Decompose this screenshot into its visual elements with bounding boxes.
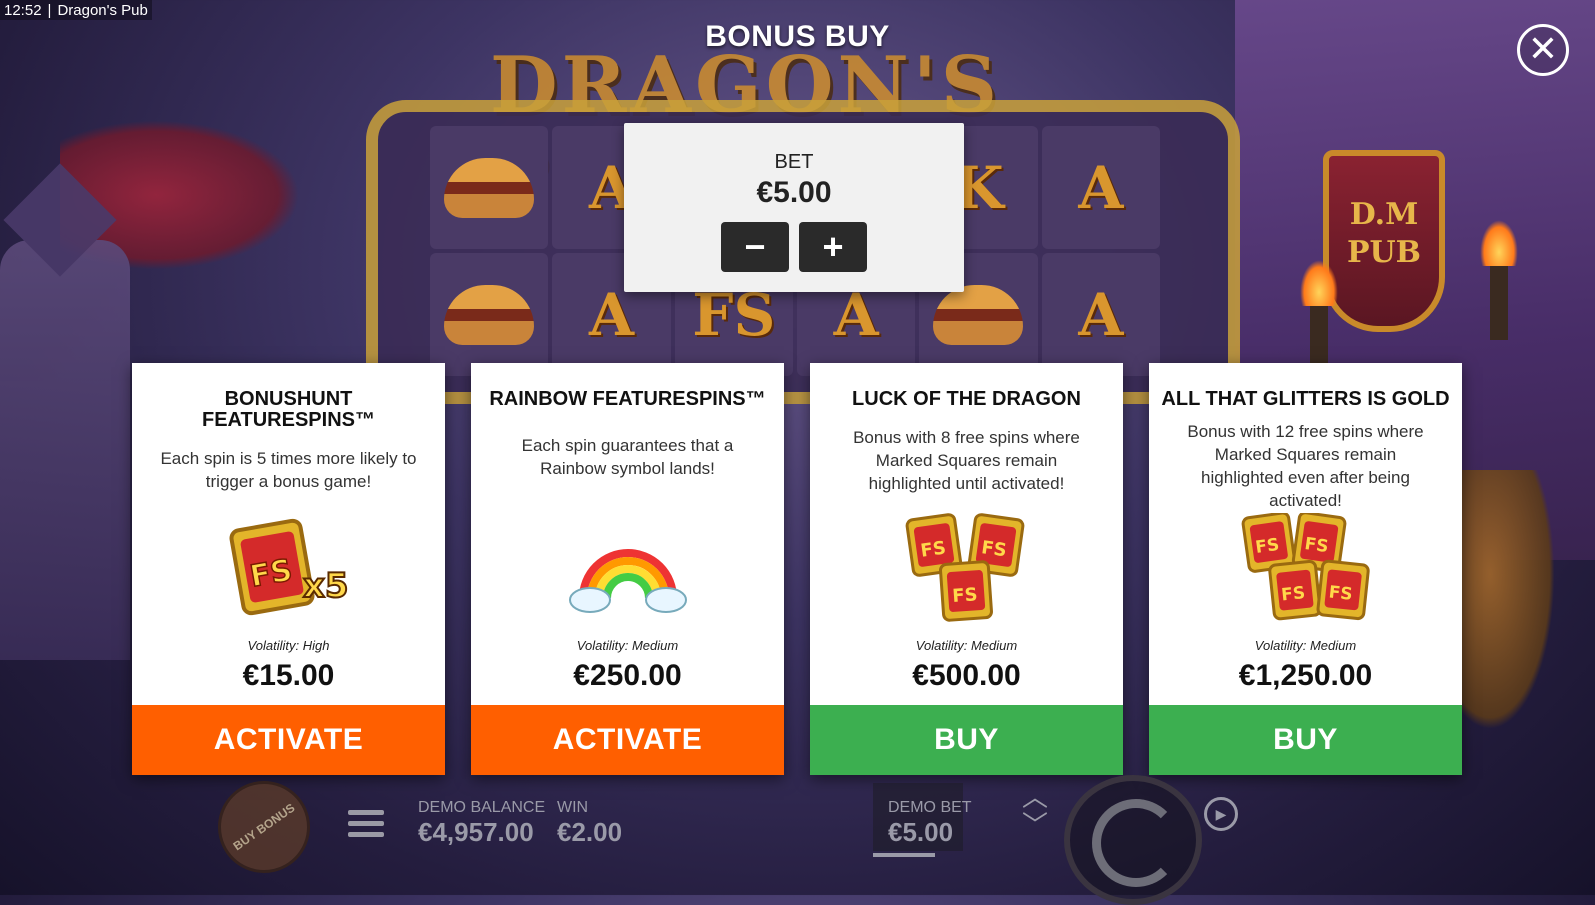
bottom-bar: BUY BONUS DEMO BALANCE €4,957.00 WIN €2.… xyxy=(0,762,1595,905)
reel-symbol xyxy=(430,126,549,249)
reel-symbol: A xyxy=(1041,126,1160,249)
activate-button[interactable]: ACTIVATE xyxy=(471,705,784,775)
win-label: WIN xyxy=(557,799,589,816)
bonus-card-rainbow: RAINBOW FEATURESPINS™ Each spin guarante… xyxy=(471,363,784,775)
bet-value: €5.00 xyxy=(756,176,832,209)
minus-icon: − xyxy=(744,226,766,267)
demo-bet-label: DEMO BET xyxy=(888,799,972,816)
buy-button[interactable]: BUY xyxy=(1149,705,1462,775)
app-title: Dragon's Pub xyxy=(57,1,148,19)
demo-bet-underline xyxy=(873,853,935,857)
spin-icon xyxy=(1092,799,1180,887)
separator: | xyxy=(47,1,52,19)
plus-icon: + xyxy=(822,226,844,267)
fs-x5-icon: FS x5 xyxy=(132,508,445,628)
clock: 12:52 xyxy=(4,1,42,19)
burger-icon xyxy=(444,157,535,218)
price-label: €15.00 xyxy=(242,659,335,692)
activate-button[interactable]: ACTIVATE xyxy=(132,705,445,775)
volatility-label: Volatility: Medium xyxy=(915,638,1018,653)
volatility-label: Volatility: High xyxy=(247,638,330,653)
volatility-label: Volatility: Medium xyxy=(576,638,679,653)
demo-bet-value: €5.00 xyxy=(888,817,954,847)
bonus-card-luck-of-the-dragon: LUCK OF THE DRAGON Bonus with 8 free spi… xyxy=(810,363,1123,775)
card-title: BONUSHUNT FEATURESPINS™ xyxy=(202,388,375,431)
chevron-down-icon[interactable]: ﹀ xyxy=(1020,811,1050,839)
svg-text:FS: FS xyxy=(1280,583,1306,605)
svg-text:FS: FS xyxy=(980,537,1008,561)
chevron-up-icon[interactable]: ︿ xyxy=(1020,783,1050,811)
card-description: Bonus with 12 free spins where Marked Sq… xyxy=(1187,422,1424,510)
spin-button[interactable] xyxy=(1064,775,1202,905)
reel-symbol xyxy=(430,253,549,376)
close-button[interactable]: ✕ xyxy=(1517,24,1569,76)
card-title: ALL THAT GLITTERS IS GOLD xyxy=(1161,388,1450,410)
demo-balance-value: €4,957.00 xyxy=(418,817,534,847)
burger-icon xyxy=(444,284,535,345)
decrease-bet-button[interactable]: − xyxy=(721,222,789,272)
pub-sign-text: D.M PUB xyxy=(1346,197,1422,270)
card-title: LUCK OF THE DRAGON xyxy=(852,388,1081,410)
card-description: Bonus with 8 free spins where Marked Squ… xyxy=(853,428,1080,493)
demo-balance-label: DEMO BALANCE xyxy=(418,799,546,816)
reel-symbol: A xyxy=(1041,253,1160,376)
fs-x4-icon: FS FS FS FS xyxy=(1149,508,1462,628)
bet-label: BET xyxy=(774,151,814,173)
bonus-card-bonushunt: BONUSHUNT FEATURESPINS™ Each spin is 5 t… xyxy=(132,363,445,775)
status-bar: 12:52 | Dragon's Pub xyxy=(0,0,152,20)
menu-icon[interactable] xyxy=(348,810,384,838)
x5-text: x5 xyxy=(303,566,349,606)
volatility-label: Volatility: Medium xyxy=(1254,638,1357,653)
autoplay-icon[interactable]: ▶ xyxy=(1204,797,1238,831)
pub-sign: D.M PUB xyxy=(1323,150,1445,332)
bonus-card-all-that-glitters: ALL THAT GLITTERS IS GOLD Bonus with 12 … xyxy=(1149,363,1462,775)
fs-x3-icon: FS FS FS xyxy=(810,508,1123,628)
fs-text: FS xyxy=(247,553,295,595)
buy-bonus-button[interactable]: BUY BONUS xyxy=(199,762,329,892)
torch-icon xyxy=(1480,220,1518,340)
card-description: Each spin is 5 times more likely to trig… xyxy=(160,449,417,491)
price-label: €500.00 xyxy=(912,659,1021,692)
dialog-title: BONUS BUY xyxy=(705,20,890,53)
svg-text:FS: FS xyxy=(1327,582,1353,604)
svg-text:FS: FS xyxy=(1254,535,1280,558)
close-icon: ✕ xyxy=(1527,28,1559,69)
svg-text:FS: FS xyxy=(919,537,947,561)
bet-arrows[interactable]: ︿ ﹀ xyxy=(1020,783,1050,843)
price-label: €250.00 xyxy=(573,659,682,692)
buy-button[interactable]: BUY xyxy=(810,705,1123,775)
increase-bet-button[interactable]: + xyxy=(799,222,867,272)
castle-illustration xyxy=(0,240,130,660)
bet-panel: BET €5.00 − + xyxy=(624,123,964,292)
price-label: €1,250.00 xyxy=(1238,659,1373,692)
card-description: Each spin guarantees that a Rainbow symb… xyxy=(521,436,734,478)
win-value: €2.00 xyxy=(557,817,623,847)
svg-text:FS: FS xyxy=(951,584,978,607)
rainbow-icon xyxy=(471,508,784,628)
card-title: RAINBOW FEATURESPINS™ xyxy=(489,388,766,410)
svg-text:FS: FS xyxy=(1303,534,1329,557)
burger-icon xyxy=(933,284,1024,345)
